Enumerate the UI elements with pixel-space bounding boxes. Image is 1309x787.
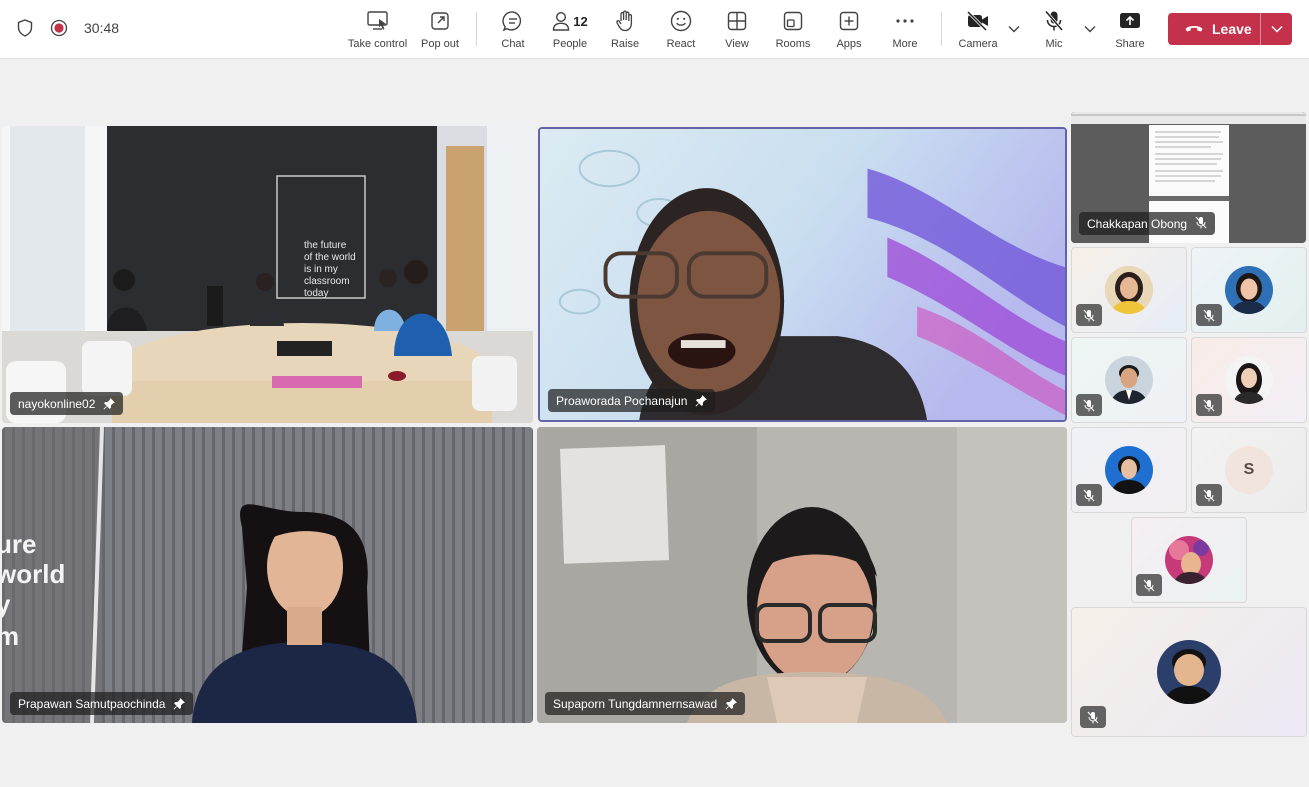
participant-name: Chakkapan Obong <box>1087 216 1188 231</box>
pin-icon[interactable] <box>103 397 116 410</box>
avatar <box>1165 536 1213 584</box>
toolbar-divider <box>941 12 942 46</box>
breakout-rooms-icon <box>783 9 803 33</box>
camera-button[interactable]: Camera <box>958 9 998 53</box>
toolbar-divider <box>476 12 477 46</box>
mic-muted-icon <box>1080 706 1106 728</box>
video-feed <box>537 427 1067 723</box>
more-button[interactable]: More <box>890 9 920 53</box>
take-control-icon <box>366 9 389 33</box>
share-button[interactable]: Share <box>1115 9 1145 53</box>
video-tile[interactable]: ure world y m Prapawan Samutpaochinda <box>2 427 533 723</box>
rooms-button[interactable]: Rooms <box>775 9 811 53</box>
participant-name-tag: Prapawan Samutpaochinda <box>10 692 194 715</box>
raise-hand-icon <box>615 9 635 33</box>
participant-name: nayokonline02 <box>18 396 96 411</box>
pin-icon[interactable] <box>173 697 186 710</box>
participant-tile[interactable] <box>1071 607 1307 737</box>
participant-tile[interactable] <box>1191 247 1307 333</box>
participant-name-tag: Supaporn Tungdamnernsawad <box>545 692 746 715</box>
screen-share-tile[interactable]: Chakkapan Obong <box>1071 112 1306 243</box>
chat-button[interactable]: Chat <box>497 9 529 53</box>
participant-tile[interactable]: S <box>1191 427 1307 513</box>
take-control-button[interactable]: Take control <box>348 9 407 53</box>
wall-text: classroom <box>304 276 350 287</box>
mic-muted-icon <box>1195 216 1207 232</box>
video-feed: ure world y m <box>2 427 533 723</box>
participant-tile[interactable] <box>1191 337 1307 423</box>
view-button[interactable]: View <box>723 9 751 53</box>
people-count: 12 <box>573 13 588 29</box>
video-tile-active-speaker[interactable]: Proaworada Pochanajun <box>538 127 1067 422</box>
pin-icon[interactable] <box>725 697 738 710</box>
mic-muted-icon <box>1076 394 1102 416</box>
mic-button[interactable]: Mic <box>1041 9 1067 53</box>
recording-icon[interactable] <box>50 18 68 38</box>
video-feed: the future of the world is in my classro… <box>2 126 533 423</box>
participant-tile[interactable] <box>1071 337 1187 423</box>
mic-muted-icon <box>1076 484 1102 506</box>
leave-button[interactable]: Leave <box>1168 13 1260 45</box>
mic-muted-icon <box>1196 394 1222 416</box>
participant-name-tag: Proaworada Pochanajun <box>548 389 716 412</box>
wall-text: ure <box>2 529 36 559</box>
leave-options-chevron-icon[interactable] <box>1261 13 1292 45</box>
mic-muted-icon <box>1136 574 1162 596</box>
share-screen-icon <box>1119 9 1141 33</box>
wall-text: today <box>304 288 328 299</box>
mic-muted-icon <box>1196 304 1222 326</box>
participant-name-tag: Chakkapan Obong <box>1079 212 1216 235</box>
video-feed <box>540 129 1065 420</box>
participant-name: Proaworada Pochanajun <box>556 393 688 408</box>
participant-name: Supaporn Tungdamnernsawad <box>553 696 718 711</box>
avatar-initial: S <box>1225 446 1273 494</box>
pin-icon[interactable] <box>695 394 708 407</box>
pop-out-icon <box>430 9 450 33</box>
participant-name: Prapawan Samutpaochinda <box>18 696 166 711</box>
people-icon <box>553 11 570 31</box>
video-tile[interactable]: the future of the world is in my classro… <box>2 126 533 423</box>
video-tile[interactable]: Supaporn Tungdamnernsawad <box>537 427 1067 723</box>
avatar <box>1225 356 1273 404</box>
participant-tile[interactable] <box>1071 427 1187 513</box>
add-apps-icon <box>839 9 859 33</box>
wall-text: world <box>2 559 65 589</box>
wall-text: the future <box>304 240 347 251</box>
apps-button[interactable]: Apps <box>834 9 864 53</box>
avatar <box>1105 266 1153 314</box>
participant-name-tag: nayokonline02 <box>10 392 124 415</box>
pop-out-button[interactable]: Pop out <box>420 9 460 53</box>
mic-muted-icon <box>1196 484 1222 506</box>
wall-text: of the world <box>304 252 356 263</box>
avatar <box>1157 640 1221 704</box>
camera-options-chevron-icon[interactable] <box>1007 22 1021 36</box>
mic-options-chevron-icon[interactable] <box>1083 22 1097 36</box>
raise-hand-button[interactable]: Raise <box>611 9 639 53</box>
wall-text: y <box>2 589 11 619</box>
chat-icon <box>502 9 524 33</box>
avatar <box>1225 266 1273 314</box>
avatar <box>1105 446 1153 494</box>
grid-view-icon <box>727 9 747 33</box>
smile-icon <box>670 9 692 33</box>
participant-tile[interactable] <box>1131 517 1247 603</box>
wall-text: m <box>2 621 19 651</box>
meeting-timer: 30:48 <box>84 20 120 36</box>
shield-icon[interactable] <box>16 18 34 38</box>
meeting-info: 30:48 <box>16 18 119 38</box>
wall-text: is in my <box>304 264 338 275</box>
participant-tile[interactable] <box>1071 247 1187 333</box>
camera-off-icon <box>966 9 990 33</box>
hang-up-icon <box>1184 20 1204 38</box>
avatar <box>1105 356 1153 404</box>
mic-off-icon <box>1044 9 1064 33</box>
meeting-toolbar: 30:48 Take control Pop out Chat 12 Peopl… <box>0 0 1309 59</box>
react-button[interactable]: React <box>665 9 697 53</box>
avatar: S <box>1225 446 1273 494</box>
leave-button-group: Leave <box>1168 13 1292 45</box>
mic-muted-icon <box>1076 304 1102 326</box>
people-button[interactable]: 12 People <box>549 9 591 53</box>
more-icon <box>895 9 915 33</box>
